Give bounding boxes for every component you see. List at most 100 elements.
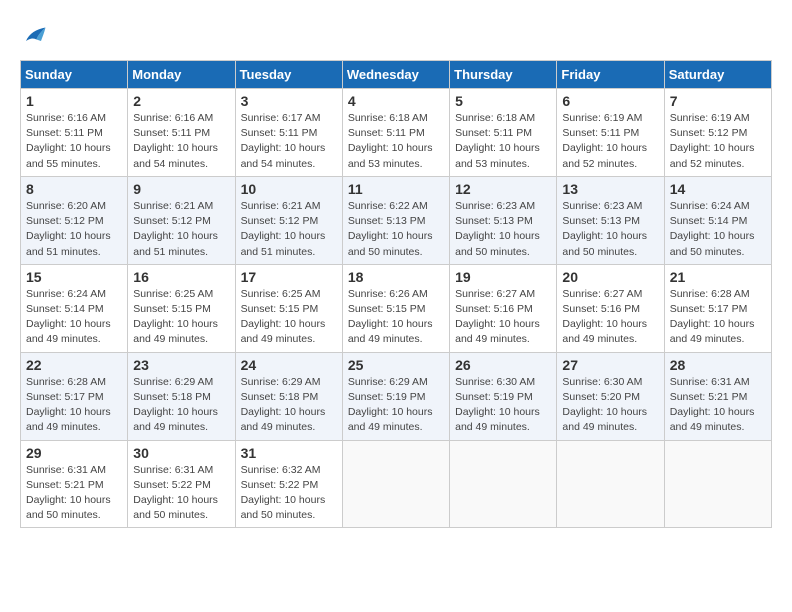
day-info: Sunrise: 6:18 AMSunset: 5:11 PMDaylight:… [348, 111, 444, 172]
calendar-cell [342, 440, 449, 528]
calendar-cell: 9 Sunrise: 6:21 AMSunset: 5:12 PMDaylight… [128, 176, 235, 264]
calendar-cell: 4 Sunrise: 6:18 AMSunset: 5:11 PMDaylight… [342, 89, 449, 177]
day-info: Sunrise: 6:28 AMSunset: 5:17 PMDaylight:… [670, 287, 766, 348]
day-number: 9 [133, 181, 229, 197]
day-number: 4 [348, 93, 444, 109]
calendar-cell: 16 Sunrise: 6:25 AMSunset: 5:15 PMDayligh… [128, 264, 235, 352]
day-info: Sunrise: 6:23 AMSunset: 5:13 PMDaylight:… [562, 199, 658, 260]
day-info: Sunrise: 6:27 AMSunset: 5:16 PMDaylight:… [455, 287, 551, 348]
calendar-header-saturday: Saturday [664, 61, 771, 89]
day-number: 25 [348, 357, 444, 373]
day-number: 21 [670, 269, 766, 285]
day-info: Sunrise: 6:19 AMSunset: 5:11 PMDaylight:… [562, 111, 658, 172]
calendar-week-row: 1 Sunrise: 6:16 AMSunset: 5:11 PMDaylight… [21, 89, 772, 177]
day-info: Sunrise: 6:31 AMSunset: 5:21 PMDaylight:… [26, 463, 122, 524]
calendar-table: SundayMondayTuesdayWednesdayThursdayFrid… [20, 60, 772, 528]
day-info: Sunrise: 6:22 AMSunset: 5:13 PMDaylight:… [348, 199, 444, 260]
calendar-cell: 2 Sunrise: 6:16 AMSunset: 5:11 PMDaylight… [128, 89, 235, 177]
day-info: Sunrise: 6:32 AMSunset: 5:22 PMDaylight:… [241, 463, 337, 524]
calendar-cell: 8 Sunrise: 6:20 AMSunset: 5:12 PMDaylight… [21, 176, 128, 264]
calendar-week-row: 29 Sunrise: 6:31 AMSunset: 5:21 PMDayligh… [21, 440, 772, 528]
calendar-cell: 27Sunrise: 6:30 AMSunset: 5:20 PMDayligh… [557, 352, 664, 440]
calendar-week-row: 15 Sunrise: 6:24 AMSunset: 5:14 PMDayligh… [21, 264, 772, 352]
calendar-header-thursday: Thursday [450, 61, 557, 89]
day-number: 2 [133, 93, 229, 109]
calendar-header-monday: Monday [128, 61, 235, 89]
day-number: 7 [670, 93, 766, 109]
day-number: 29 [26, 445, 122, 461]
logo [20, 20, 54, 50]
calendar-cell: 18Sunrise: 6:26 AMSunset: 5:15 PMDayligh… [342, 264, 449, 352]
day-info: Sunrise: 6:21 AMSunset: 5:12 PMDaylight:… [241, 199, 337, 260]
day-info: Sunrise: 6:23 AMSunset: 5:13 PMDaylight:… [455, 199, 551, 260]
day-info: Sunrise: 6:28 AMSunset: 5:17 PMDaylight:… [26, 375, 122, 436]
day-number: 15 [26, 269, 122, 285]
day-number: 3 [241, 93, 337, 109]
day-number: 31 [241, 445, 337, 461]
calendar-cell: 5Sunrise: 6:18 AMSunset: 5:11 PMDaylight… [450, 89, 557, 177]
calendar-header-sunday: Sunday [21, 61, 128, 89]
calendar-cell: 20 Sunrise: 6:27 AMSunset: 5:16 PMDayligh… [557, 264, 664, 352]
day-info: Sunrise: 6:30 AMSunset: 5:20 PMDaylight:… [562, 375, 658, 436]
day-number: 6 [562, 93, 658, 109]
calendar-cell: 26 Sunrise: 6:30 AMSunset: 5:19 PMDayligh… [450, 352, 557, 440]
day-number: 10 [241, 181, 337, 197]
calendar-cell [557, 440, 664, 528]
calendar-cell: 14Sunrise: 6:24 AMSunset: 5:14 PMDayligh… [664, 176, 771, 264]
day-info: Sunrise: 6:31 AMSunset: 5:22 PMDaylight:… [133, 463, 229, 524]
day-number: 23 [133, 357, 229, 373]
calendar-cell: 3 Sunrise: 6:17 AMSunset: 5:11 PMDaylight… [235, 89, 342, 177]
calendar-cell: 17Sunrise: 6:25 AMSunset: 5:15 PMDayligh… [235, 264, 342, 352]
day-info: Sunrise: 6:24 AMSunset: 5:14 PMDaylight:… [26, 287, 122, 348]
day-number: 8 [26, 181, 122, 197]
day-info: Sunrise: 6:29 AMSunset: 5:18 PMDaylight:… [241, 375, 337, 436]
day-info: Sunrise: 6:20 AMSunset: 5:12 PMDaylight:… [26, 199, 122, 260]
day-info: Sunrise: 6:26 AMSunset: 5:15 PMDaylight:… [348, 287, 444, 348]
day-info: Sunrise: 6:29 AMSunset: 5:18 PMDaylight:… [133, 375, 229, 436]
day-number: 24 [241, 357, 337, 373]
calendar-cell: 31 Sunrise: 6:32 AMSunset: 5:22 PMDayligh… [235, 440, 342, 528]
day-number: 12 [455, 181, 551, 197]
day-info: Sunrise: 6:18 AMSunset: 5:11 PMDaylight:… [455, 111, 551, 172]
day-info: Sunrise: 6:27 AMSunset: 5:16 PMDaylight:… [562, 287, 658, 348]
calendar-cell: 7 Sunrise: 6:19 AMSunset: 5:12 PMDaylight… [664, 89, 771, 177]
calendar-header-tuesday: Tuesday [235, 61, 342, 89]
calendar-cell: 19Sunrise: 6:27 AMSunset: 5:16 PMDayligh… [450, 264, 557, 352]
calendar-cell: 11 Sunrise: 6:22 AMSunset: 5:13 PMDayligh… [342, 176, 449, 264]
calendar-cell: 29 Sunrise: 6:31 AMSunset: 5:21 PMDayligh… [21, 440, 128, 528]
calendar-cell [664, 440, 771, 528]
day-info: Sunrise: 6:30 AMSunset: 5:19 PMDaylight:… [455, 375, 551, 436]
day-number: 17 [241, 269, 337, 285]
day-info: Sunrise: 6:25 AMSunset: 5:15 PMDaylight:… [133, 287, 229, 348]
day-number: 16 [133, 269, 229, 285]
calendar-cell: 10 Sunrise: 6:21 AMSunset: 5:12 PMDayligh… [235, 176, 342, 264]
calendar-header-friday: Friday [557, 61, 664, 89]
day-number: 20 [562, 269, 658, 285]
day-info: Sunrise: 6:19 AMSunset: 5:12 PMDaylight:… [670, 111, 766, 172]
day-info: Sunrise: 6:21 AMSunset: 5:12 PMDaylight:… [133, 199, 229, 260]
calendar-cell: 30 Sunrise: 6:31 AMSunset: 5:22 PMDayligh… [128, 440, 235, 528]
day-info: Sunrise: 6:17 AMSunset: 5:11 PMDaylight:… [241, 111, 337, 172]
day-info: Sunrise: 6:29 AMSunset: 5:19 PMDaylight:… [348, 375, 444, 436]
day-number: 30 [133, 445, 229, 461]
calendar-cell: 12 Sunrise: 6:23 AMSunset: 5:13 PMDayligh… [450, 176, 557, 264]
day-number: 28 [670, 357, 766, 373]
day-number: 26 [455, 357, 551, 373]
logo-icon [20, 20, 50, 50]
day-number: 1 [26, 93, 122, 109]
calendar-cell: 22Sunrise: 6:28 AMSunset: 5:17 PMDayligh… [21, 352, 128, 440]
day-number: 14 [670, 181, 766, 197]
calendar-cell: 24 Sunrise: 6:29 AMSunset: 5:18 PMDayligh… [235, 352, 342, 440]
calendar-cell [450, 440, 557, 528]
day-number: 11 [348, 181, 444, 197]
calendar-cell: 6 Sunrise: 6:19 AMSunset: 5:11 PMDaylight… [557, 89, 664, 177]
calendar-cell: 15 Sunrise: 6:24 AMSunset: 5:14 PMDayligh… [21, 264, 128, 352]
calendar-cell: 23 Sunrise: 6:29 AMSunset: 5:18 PMDayligh… [128, 352, 235, 440]
page-header [20, 20, 772, 50]
day-number: 13 [562, 181, 658, 197]
calendar-cell: 21 Sunrise: 6:28 AMSunset: 5:17 PMDayligh… [664, 264, 771, 352]
calendar-cell: 13 Sunrise: 6:23 AMSunset: 5:13 PMDayligh… [557, 176, 664, 264]
calendar-cell: 1 Sunrise: 6:16 AMSunset: 5:11 PMDaylight… [21, 89, 128, 177]
day-info: Sunrise: 6:16 AMSunset: 5:11 PMDaylight:… [26, 111, 122, 172]
day-info: Sunrise: 6:16 AMSunset: 5:11 PMDaylight:… [133, 111, 229, 172]
